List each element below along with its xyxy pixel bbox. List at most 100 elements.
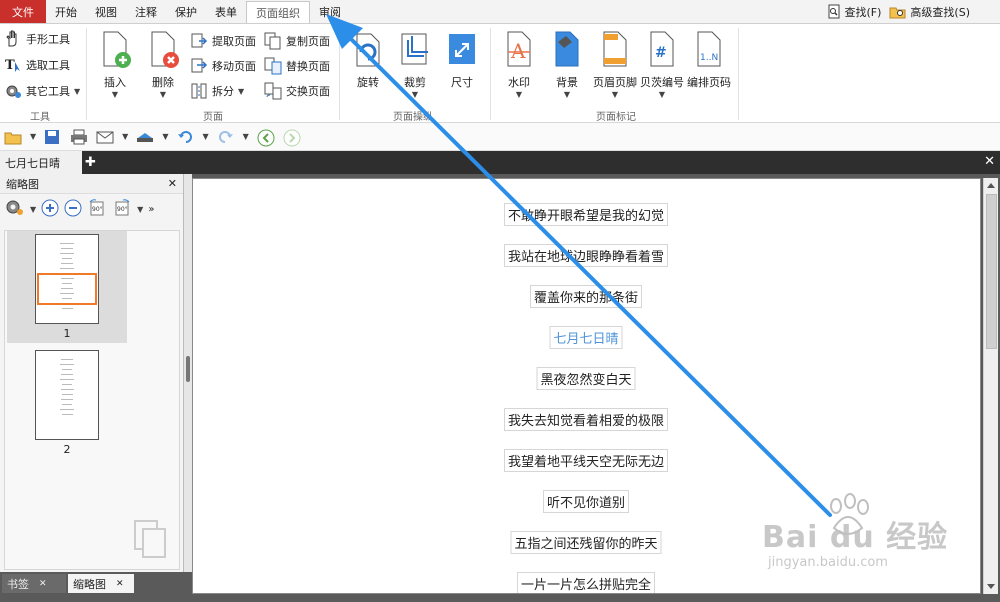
extract-page-label: 提取页面 — [212, 35, 256, 48]
close-icon[interactable]: ✕ — [116, 579, 124, 589]
rotate-right-icon[interactable]: 90° — [112, 198, 132, 220]
insert-button[interactable]: 插入 ▼ — [90, 30, 140, 99]
zoom-out-icon[interactable] — [64, 199, 82, 220]
text-line[interactable]: 黑夜忽然变白天 — [536, 367, 636, 390]
chevron-down-icon[interactable]: ▼ — [30, 132, 36, 141]
text-line[interactable]: 五指之间还残留你的昨天 — [510, 531, 662, 554]
redo-icon[interactable] — [217, 129, 235, 145]
save-icon[interactable] — [44, 129, 62, 145]
thumbnail-page-number: 2 — [63, 443, 71, 456]
gear-icon[interactable] — [5, 199, 25, 220]
extract-page-button[interactable]: 提取页面 — [190, 32, 256, 50]
advanced-find-button[interactable]: 高级查找(S) — [889, 4, 970, 20]
menu-form[interactable]: 表单 — [206, 0, 246, 23]
folder-search-icon — [889, 7, 906, 18]
hand-icon — [4, 30, 22, 48]
chevron-down-icon[interactable]: ▼ — [122, 132, 128, 141]
scrollbar-thumb[interactable] — [986, 194, 997, 349]
text-line[interactable]: 一片一片怎么拼贴完全 — [516, 572, 656, 593]
vertical-scrollbar[interactable] — [983, 178, 998, 594]
document-tab[interactable]: 七月七日晴 — [0, 151, 82, 174]
panel-splitter[interactable] — [184, 174, 192, 572]
menu-home[interactable]: 开始 — [46, 0, 86, 23]
chevron-down-icon: ▼ — [658, 90, 666, 99]
chevron-down-icon[interactable]: ▼ — [202, 132, 208, 141]
page-number-button[interactable]: 1..N 编排页码 — [684, 30, 734, 90]
thumbnail-item[interactable]: 2 — [7, 347, 127, 459]
split-button[interactable]: 拆分 ▼ — [190, 82, 244, 100]
watermark-url: jingyan.baidu.com — [768, 555, 888, 570]
text-line[interactable]: 覆盖你来的那条街 — [529, 285, 643, 308]
rotate-left-icon[interactable]: 90° — [87, 198, 107, 220]
text-line[interactable]: 听不见你道别 — [542, 490, 630, 513]
bates-number-button[interactable]: # 贝茨编号 ▼ — [637, 30, 687, 99]
svg-text:1..N: 1..N — [700, 53, 718, 63]
menu-protect[interactable]: 保护 — [166, 0, 206, 23]
add-tab-icon[interactable]: ✚ — [85, 155, 96, 170]
scroll-down-icon[interactable] — [987, 584, 995, 589]
move-page-button[interactable]: 移动页面 — [190, 57, 256, 75]
scroll-up-icon[interactable] — [987, 183, 995, 188]
delete-button[interactable]: 删除 ▼ — [138, 30, 188, 99]
gear-icon — [4, 82, 22, 100]
select-tool-button[interactable]: T 选取工具 — [4, 56, 70, 74]
undo-icon[interactable] — [176, 129, 194, 145]
close-icon[interactable]: ✕ — [39, 579, 47, 589]
close-icon[interactable]: ✕ — [168, 177, 177, 190]
menu-page-organize[interactable]: 页面组织 — [246, 1, 310, 23]
hand-tool-button[interactable]: 手形工具 — [4, 30, 70, 48]
other-tools-button[interactable]: 其它工具 ▼ — [4, 82, 80, 100]
view-region-box[interactable] — [37, 273, 97, 305]
thumbnail-panel: 缩略图 ✕ ▼ 90° 90° ▼ » 1 2 — [0, 174, 184, 572]
menu-comment[interactable]: 注释 — [126, 0, 166, 23]
splitter-handle[interactable] — [186, 356, 190, 382]
crop-button[interactable]: 裁剪 ▼ — [390, 30, 440, 99]
text-line[interactable]: 我望着地平线天空无际无边 — [503, 449, 669, 472]
header-footer-button[interactable]: 页眉页脚 ▼ — [590, 30, 640, 99]
bates-number-icon: # — [645, 30, 679, 70]
find-button[interactable]: 查找(F) — [826, 4, 882, 20]
scanner-icon[interactable] — [136, 129, 154, 145]
email-icon[interactable] — [96, 129, 114, 145]
chevron-down-icon[interactable]: ▼ — [162, 132, 168, 141]
zoom-in-icon[interactable] — [41, 199, 59, 220]
chevron-down-icon: ▼ — [238, 86, 245, 96]
forward-icon[interactable] — [283, 129, 301, 146]
copy-page-button[interactable]: 复制页面 — [264, 32, 330, 50]
open-folder-icon[interactable] — [4, 129, 22, 145]
replace-page-button[interactable]: 替换页面 — [264, 57, 330, 75]
tab-thumbnails[interactable]: 缩略图 ✕ — [68, 574, 134, 593]
select-tool-label: 选取工具 — [26, 59, 70, 72]
chevron-down-icon[interactable]: ▼ — [30, 205, 36, 214]
find-label: 查找(F) — [844, 5, 882, 19]
watermark-button[interactable]: A 水印 ▼ — [494, 30, 544, 99]
chevron-down-icon[interactable]: ▼ — [137, 205, 143, 214]
size-label: 尺寸 — [451, 76, 473, 89]
text-line[interactable]: 我站在地球边眼睁睁看着雪 — [503, 244, 669, 267]
ribbon: 手形工具 T 选取工具 其它工具 ▼ 工具 插入 ▼ 删除 ▼ 提取页面 移动页… — [0, 24, 1000, 123]
text-line-highlighted[interactable]: 七月七日晴 — [549, 326, 623, 349]
chevron-down-icon: ▼ — [515, 90, 523, 99]
print-icon[interactable] — [70, 129, 88, 145]
expand-icon[interactable]: » — [148, 204, 154, 215]
rotate-button[interactable]: 旋转 — [343, 30, 393, 90]
thumbnail-item[interactable]: 1 — [7, 231, 127, 343]
baidu-jingyan-watermark: Bai du 经验 jingyan.baidu.com — [760, 493, 960, 580]
swap-page-button[interactable]: 交换页面 — [264, 82, 330, 100]
size-button[interactable]: 尺寸 — [437, 30, 487, 90]
background-button[interactable]: 背景 ▼ — [542, 30, 592, 99]
page-thumbnail — [35, 350, 99, 440]
chevron-down-icon[interactable]: ▼ — [243, 132, 249, 141]
file-menu[interactable]: 文件 — [0, 0, 46, 23]
chevron-down-icon: ▼ — [111, 90, 119, 99]
menu-view[interactable]: 视图 — [86, 0, 126, 23]
tab-bookmarks[interactable]: 书签 ✕ — [2, 574, 66, 593]
chevron-down-icon: ▼ — [159, 90, 167, 99]
close-icon[interactable]: ✕ — [984, 154, 995, 169]
text-line[interactable]: 我失去知觉看着相爱的极限 — [503, 408, 669, 431]
back-icon[interactable] — [257, 129, 275, 146]
text-line[interactable]: 不敢睁开眼希望是我的幻觉 — [503, 203, 669, 226]
thumbnail-panel-header: 缩略图 ✕ — [0, 174, 183, 194]
menu-review[interactable]: 审阅 — [310, 0, 350, 23]
chevron-down-icon: ▼ — [74, 86, 81, 96]
